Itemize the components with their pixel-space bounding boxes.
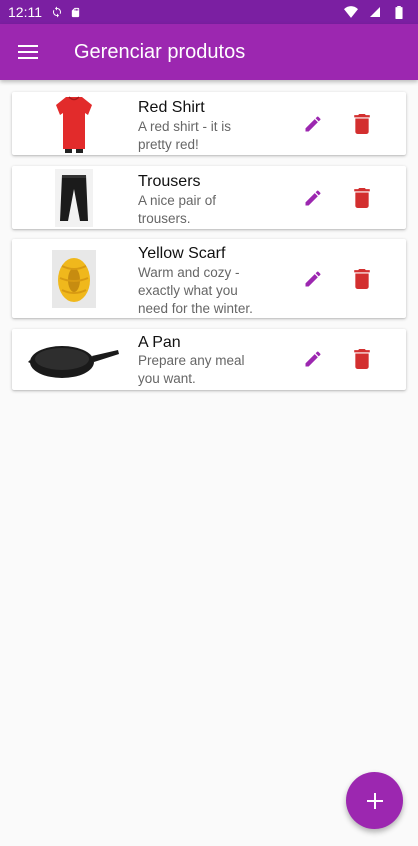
delete-button[interactable] bbox=[344, 341, 380, 377]
delete-button[interactable] bbox=[344, 106, 380, 142]
product-image-yellow-scarf bbox=[24, 239, 124, 318]
delete-button[interactable] bbox=[344, 261, 380, 297]
delete-icon bbox=[354, 269, 370, 289]
delete-icon bbox=[354, 349, 370, 369]
edit-icon bbox=[305, 190, 321, 206]
product-card[interactable]: Trousers A nice pair of trousers. bbox=[12, 166, 406, 229]
product-title: Trousers bbox=[138, 173, 201, 190]
battery-icon bbox=[392, 5, 406, 19]
product-card[interactable]: A Pan Prepare any meal you want. bbox=[12, 329, 406, 390]
sd-card-icon bbox=[68, 5, 82, 19]
product-description: A red shirt - it is pretty red! bbox=[138, 119, 232, 152]
wifi-icon bbox=[344, 5, 358, 19]
add-product-button[interactable] bbox=[346, 772, 403, 829]
delete-button[interactable] bbox=[344, 180, 380, 216]
edit-button[interactable] bbox=[295, 341, 331, 377]
edit-button[interactable] bbox=[295, 180, 331, 216]
signal-icon bbox=[368, 5, 382, 19]
product-description: Warm and cozy - exactly what you need fo… bbox=[138, 265, 253, 316]
delete-icon bbox=[354, 114, 370, 134]
sync-icon bbox=[50, 5, 64, 19]
menu-icon bbox=[18, 45, 38, 59]
product-card[interactable]: Yellow Scarf Warm and cozy - exactly wha… bbox=[12, 239, 406, 318]
product-title: A Pan bbox=[138, 334, 181, 351]
menu-button[interactable] bbox=[0, 24, 56, 80]
product-image-red-shirt bbox=[24, 92, 124, 155]
product-image-trousers bbox=[24, 166, 124, 229]
edit-button[interactable] bbox=[295, 106, 331, 142]
product-title: Red Shirt bbox=[138, 99, 205, 116]
edit-button[interactable] bbox=[295, 261, 331, 297]
status-bar: 12:11 bbox=[0, 0, 418, 24]
delete-icon bbox=[354, 188, 370, 208]
product-description: Prepare any meal you want. bbox=[138, 353, 245, 386]
app-bar: Gerenciar produtos bbox=[0, 24, 418, 80]
status-time: 12:11 bbox=[8, 4, 42, 20]
edit-icon bbox=[305, 271, 321, 287]
product-image-pan bbox=[24, 329, 124, 390]
edit-icon bbox=[305, 116, 321, 132]
edit-icon bbox=[305, 351, 321, 367]
product-title: Yellow Scarf bbox=[138, 245, 226, 262]
add-icon bbox=[366, 792, 383, 809]
product-description: A nice pair of trousers. bbox=[138, 193, 217, 226]
page-title: Gerenciar produtos bbox=[74, 40, 246, 63]
product-card[interactable]: Red Shirt A red shirt - it is pretty red… bbox=[12, 92, 406, 155]
